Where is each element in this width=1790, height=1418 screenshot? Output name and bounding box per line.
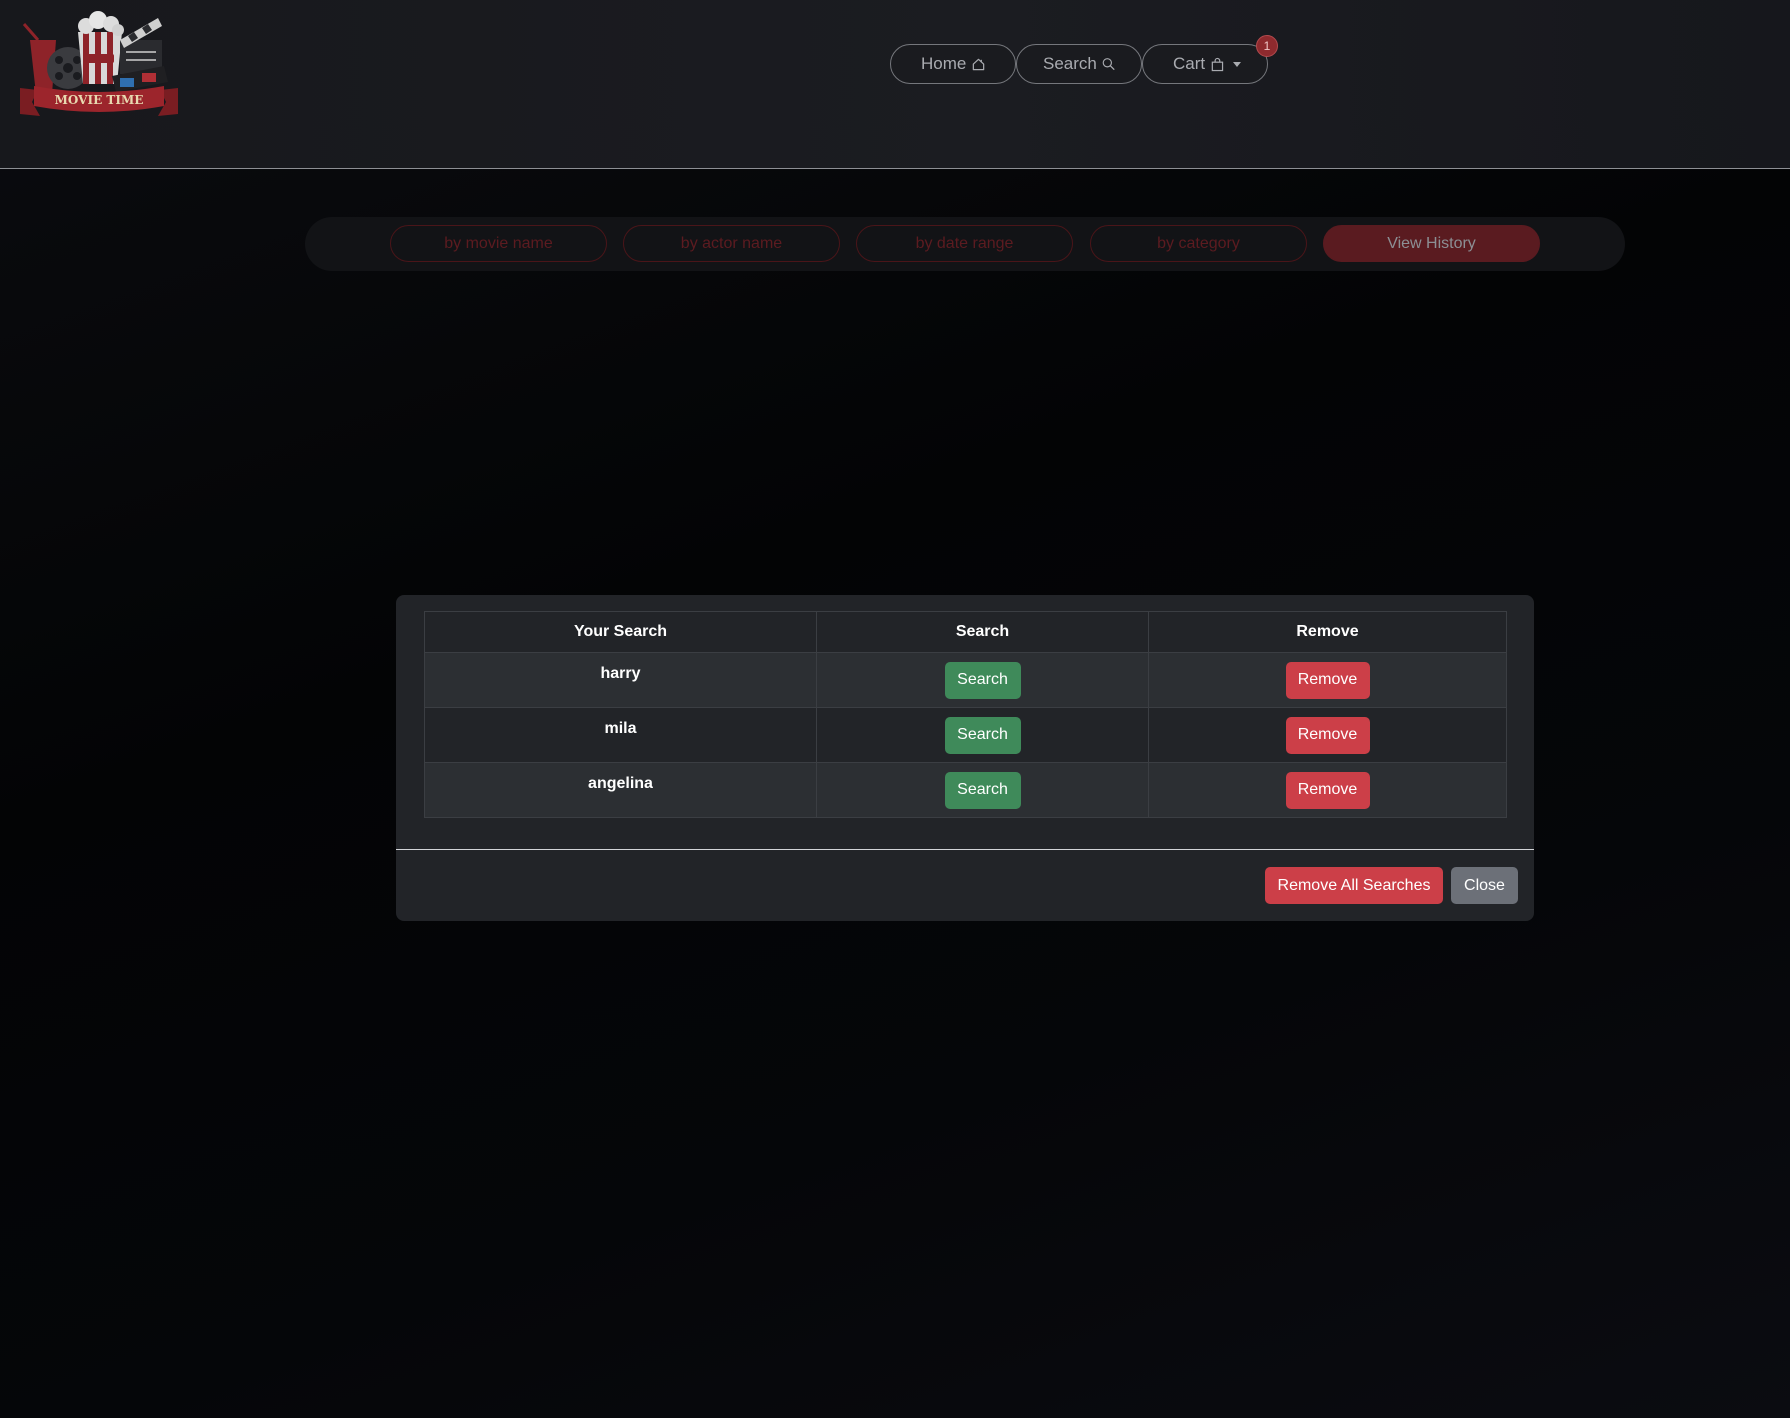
view-history-button[interactable]: View History xyxy=(1323,225,1540,262)
remove-search-button[interactable]: Remove xyxy=(1285,661,1370,699)
search-term: harry xyxy=(424,652,817,708)
search-cell: Search xyxy=(816,707,1149,763)
remove-cell: Remove xyxy=(1148,762,1507,818)
column-header-search: Search xyxy=(816,611,1149,653)
remove-search-button[interactable]: Remove xyxy=(1285,771,1370,809)
search-cell: Search xyxy=(816,762,1149,818)
modal-body: Your Search Search Remove harry Search R… xyxy=(424,611,1507,818)
modal-footer: Remove All Searches Close xyxy=(396,849,1534,922)
cart-nav-label: Cart xyxy=(1173,54,1206,73)
search-again-button[interactable]: Search xyxy=(944,661,1021,699)
column-header-your-search: Your Search xyxy=(424,611,817,653)
remove-all-searches-button[interactable]: Remove All Searches xyxy=(1265,867,1443,904)
search-again-button[interactable]: Search xyxy=(944,771,1021,809)
search-type-bar: by movie name by actor name by date rang… xyxy=(305,217,1625,271)
chevron-down-icon xyxy=(1233,61,1241,67)
search-again-button[interactable]: Search xyxy=(944,716,1021,754)
table-row: harry Search Remove xyxy=(424,652,1507,708)
bag-icon xyxy=(1211,57,1224,71)
remove-cell: Remove xyxy=(1148,707,1507,763)
home-nav-button[interactable]: Home xyxy=(890,44,1016,84)
search-term: angelina xyxy=(424,762,817,818)
table-row: angelina Search Remove xyxy=(424,762,1507,818)
column-header-remove: Remove xyxy=(1148,611,1507,653)
search-nav-button[interactable]: Search xyxy=(1016,44,1142,84)
search-history-table: Your Search Search Remove harry Search R… xyxy=(424,611,1507,818)
cart-dropdown-button[interactable]: Cart 1 xyxy=(1142,35,1278,84)
search-cell: Search xyxy=(816,652,1149,708)
search-icon xyxy=(1102,58,1115,70)
movie-time-logo[interactable]: MOVIE TIME xyxy=(16,6,182,128)
table-header-row: Your Search Search Remove xyxy=(424,611,1507,653)
table-row: mila Search Remove xyxy=(424,707,1507,763)
search-nav-label: Search xyxy=(1043,54,1097,73)
home-nav-label: Home xyxy=(921,54,967,73)
search-term: mila xyxy=(424,707,817,763)
remove-cell: Remove xyxy=(1148,652,1507,708)
by-movie-name-button[interactable]: by movie name xyxy=(390,225,607,262)
main-nav: Home Search Cart 1 xyxy=(890,35,1278,84)
top-navbar: MOVIE TIME Home Search Cart 1 xyxy=(0,0,1790,169)
cart-count-badge: 1 xyxy=(1256,35,1278,57)
search-history-modal: Your Search Search Remove harry Search R… xyxy=(396,595,1534,921)
remove-search-button[interactable]: Remove xyxy=(1285,716,1370,754)
by-date-range-button[interactable]: by date range xyxy=(856,225,1073,262)
by-actor-name-button[interactable]: by actor name xyxy=(623,225,840,262)
home-icon xyxy=(973,58,985,70)
logo-text: MOVIE TIME xyxy=(55,93,144,107)
close-button[interactable]: Close xyxy=(1451,867,1518,904)
by-category-button[interactable]: by category xyxy=(1090,225,1307,262)
